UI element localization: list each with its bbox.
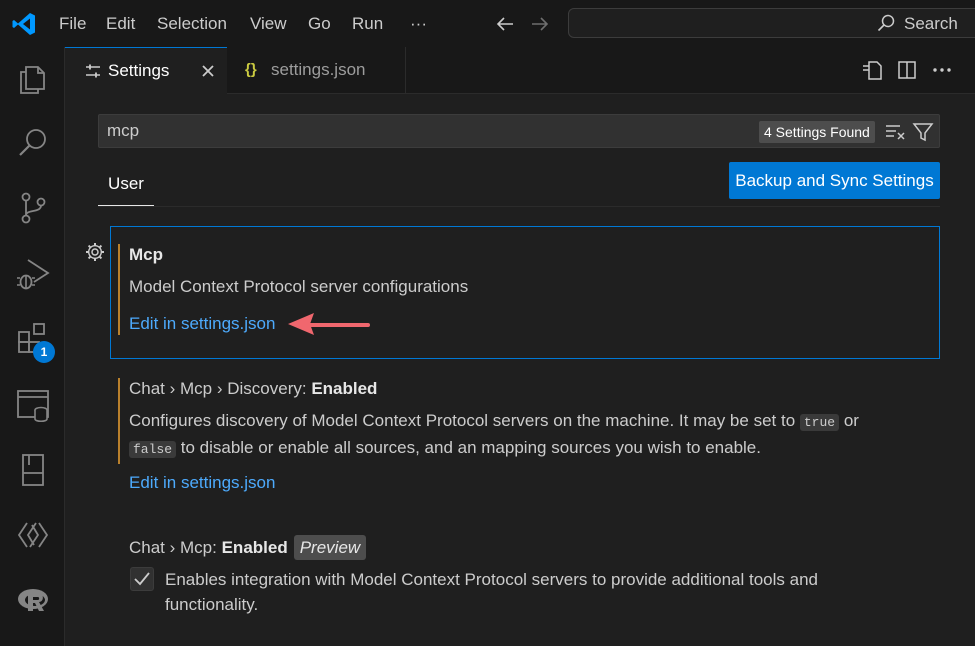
run-debug-icon[interactable] — [14, 254, 52, 292]
source-control-icon[interactable] — [14, 189, 52, 227]
copilot-icon[interactable] — [14, 516, 52, 554]
filter-icon[interactable] — [912, 121, 934, 143]
clear-filter-icon[interactable] — [884, 122, 906, 142]
edit-in-settings-json-link[interactable]: Edit in settings.json — [129, 314, 275, 334]
back-arrow-icon[interactable] — [493, 12, 517, 36]
backup-sync-button[interactable]: Backup and Sync Settings — [729, 162, 940, 199]
setting-mcp-title: Mcp — [129, 245, 163, 264]
vscode-logo-icon — [12, 13, 35, 35]
tab-settings-json-label: settings.json — [271, 60, 366, 79]
annotation-arrow-icon — [288, 313, 370, 335]
r-icon[interactable] — [14, 581, 52, 619]
split-editor-icon[interactable] — [896, 59, 918, 81]
extensions-badge: 1 — [33, 341, 55, 363]
search-icon — [877, 14, 895, 32]
settings-search-value: mcp — [107, 121, 140, 140]
tab-settings-label: Settings — [108, 61, 170, 80]
menu-more[interactable]: ··· — [410, 0, 427, 47]
close-icon[interactable] — [199, 62, 217, 80]
settings-found-count: 4 Settings Found — [759, 121, 875, 143]
preview-tag: Preview — [293, 535, 367, 560]
setting-mcp-description: Model Context Protocol server configurat… — [129, 277, 469, 296]
settings-sliders-icon — [86, 64, 100, 78]
json-braces-icon: {} — [245, 61, 257, 78]
scope-divider — [98, 206, 940, 207]
editor-tab-bar: Settings {} settings.json — [65, 47, 975, 94]
activity-bar: 1 — [0, 47, 65, 646]
menu-go[interactable]: Go — [308, 0, 331, 47]
code-false: false — [129, 441, 177, 458]
more-actions-icon[interactable] — [931, 59, 953, 81]
setting-mcp-enabled-description: Enables integration with Model Context P… — [165, 570, 818, 614]
search-icon[interactable] — [14, 124, 52, 162]
search-label: Search — [904, 14, 958, 33]
forward-arrow-icon[interactable] — [528, 12, 552, 36]
setting-discovery-description: Configures discovery of Model Context Pr… — [129, 411, 859, 458]
modified-indicator — [118, 378, 120, 464]
title-bar: File Edit Selection View Go Run ··· Sear… — [0, 0, 975, 47]
mcp-enabled-checkbox[interactable] — [130, 567, 154, 591]
menu-edit[interactable]: Edit — [106, 0, 135, 47]
modified-indicator — [118, 244, 120, 335]
remote-explorer-icon[interactable] — [14, 386, 52, 424]
menu-file[interactable]: File — [59, 0, 86, 47]
menu-run[interactable]: Run — [352, 0, 383, 47]
setting-mcp-enabled-title: Chat › Mcp: Enabled Preview — [129, 535, 367, 560]
book-icon[interactable] — [14, 451, 52, 489]
edit-in-settings-json-link[interactable]: Edit in settings.json — [129, 473, 275, 493]
explorer-icon[interactable] — [14, 58, 52, 96]
tab-settings[interactable]: Settings — [65, 47, 227, 94]
menu-view[interactable]: View — [250, 0, 287, 47]
scope-tab-user[interactable]: User — [98, 166, 154, 206]
gear-icon[interactable] — [84, 241, 106, 263]
checkmark-icon — [134, 572, 150, 586]
code-true: true — [799, 414, 840, 431]
open-settings-json-icon[interactable] — [861, 59, 883, 81]
setting-discovery-title: Chat › Mcp › Discovery: Enabled — [129, 379, 378, 398]
menu-selection[interactable]: Selection — [157, 0, 227, 47]
tab-settings-json[interactable]: {} settings.json — [227, 47, 406, 94]
